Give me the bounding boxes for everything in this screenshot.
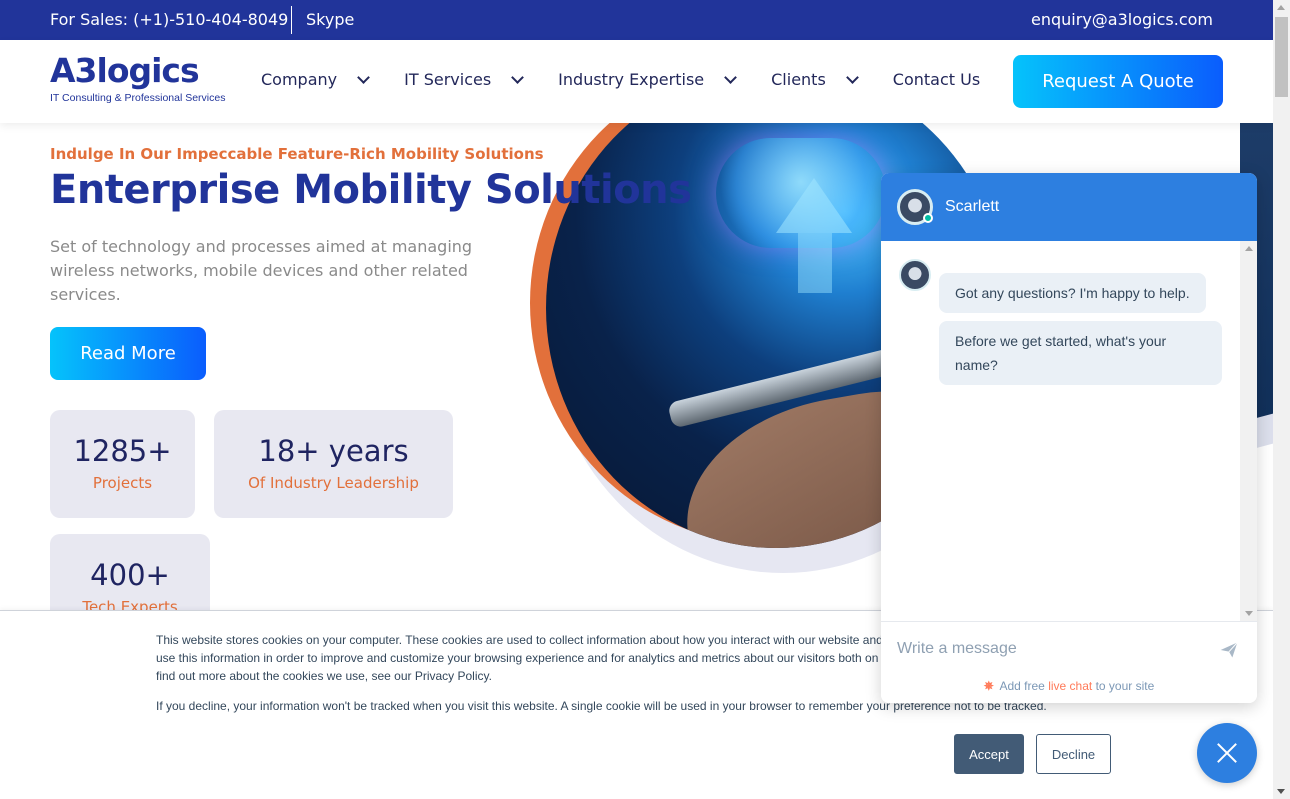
chat-message-input[interactable] (897, 634, 1207, 664)
page-scrollbar[interactable] (1273, 0, 1290, 799)
nav-label: IT Services (404, 70, 492, 89)
logo-wordmark: A3logics (50, 51, 200, 90)
stat-value: 400+ (90, 558, 170, 592)
page-title: Enterprise Mobility Solutions (50, 167, 692, 213)
scroll-down-icon[interactable] (1245, 611, 1253, 616)
skype-link[interactable]: Skype (306, 10, 354, 29)
chat-close-button[interactable] (1197, 723, 1257, 783)
nav-it-services[interactable]: IT Services (404, 70, 525, 89)
chat-header: Scarlett (881, 173, 1257, 241)
hubspot-icon: ✵ (983, 679, 994, 693)
upload-arrow-stem (798, 233, 832, 293)
main-nav: Company IT Services Industry Expertise C… (261, 70, 1016, 89)
stat-value: 1285+ (73, 434, 172, 468)
nav-contact-us[interactable]: Contact Us (893, 70, 980, 89)
scrollbar-thumb[interactable] (1275, 17, 1288, 97)
nav-label: Clients (771, 70, 826, 89)
chevron-down-icon (357, 70, 370, 84)
nav-industry-expertise[interactable]: Industry Expertise (558, 70, 737, 89)
chat-widget: Scarlett Got any questions? I'm happy to… (881, 173, 1257, 703)
nav-label: Contact Us (892, 70, 981, 89)
request-quote-button[interactable]: Request A Quote (1013, 55, 1223, 108)
stat-label: Of Industry Leadership (248, 474, 419, 492)
hero-eyebrow: Indulge In Our Impeccable Feature-Rich M… (50, 145, 544, 163)
read-more-button[interactable]: Read More (50, 327, 206, 380)
decline-cookies-button[interactable]: Decline (1036, 734, 1111, 774)
scroll-up-icon[interactable] (1245, 246, 1253, 251)
logo[interactable]: A3logics IT Consulting & Professional Se… (50, 51, 226, 105)
chevron-down-icon (845, 70, 859, 84)
stat-value: 18+ years (258, 434, 409, 468)
stat-label: Projects (92, 474, 153, 492)
chat-message: Got any questions? I'm happy to help. (939, 273, 1206, 313)
nav-clients[interactable]: Clients (771, 70, 859, 89)
stat-card-projects: 1285+ Projects (50, 410, 195, 518)
top-contact-bar: For Sales: (+1)-510-404-8049 Skype enqui… (0, 0, 1273, 40)
stat-card-years: 18+ years Of Industry Leadership (214, 410, 453, 518)
logo-tagline: IT Consulting & Professional Services (50, 92, 226, 104)
nav-label: Company (261, 70, 338, 89)
accept-cookies-button[interactable]: Accept (954, 734, 1024, 774)
chat-message: Before we get started, what's your name? (939, 321, 1222, 385)
scroll-down-icon[interactable] (1277, 789, 1285, 794)
nav-company[interactable]: Company (261, 70, 370, 89)
divider (291, 6, 292, 34)
email-link[interactable]: enquiry@a3logics.com (1031, 10, 1213, 29)
nav-label: Industry Expertise (558, 70, 705, 89)
send-icon[interactable] (1219, 640, 1239, 660)
online-status-icon (923, 213, 933, 223)
powered-by: ✵ Add free live chat to your site (881, 679, 1257, 693)
message-avatar (899, 259, 931, 291)
powered-suffix: to your site (1095, 679, 1155, 693)
live-chat-link[interactable]: live chat (1048, 679, 1092, 693)
chevron-down-icon (511, 70, 525, 84)
scroll-up-icon[interactable] (1277, 5, 1285, 10)
sales-phone-link[interactable]: For Sales: (+1)-510-404-8049 (50, 10, 288, 29)
site-header: A3logics IT Consulting & Professional Se… (0, 40, 1273, 123)
chevron-down-icon (724, 70, 737, 84)
powered-prefix: Add free (999, 679, 1045, 693)
chat-scrollbar[interactable] (1240, 241, 1257, 621)
hero-description: Set of technology and processes aimed at… (50, 237, 473, 304)
stat-card-experts: 400+ Tech Experts (50, 534, 210, 613)
upload-arrow-icon (776, 178, 852, 233)
agent-name: Scarlett (945, 198, 1000, 215)
chat-composer: ✵ Add free live chat to your site (881, 621, 1257, 703)
